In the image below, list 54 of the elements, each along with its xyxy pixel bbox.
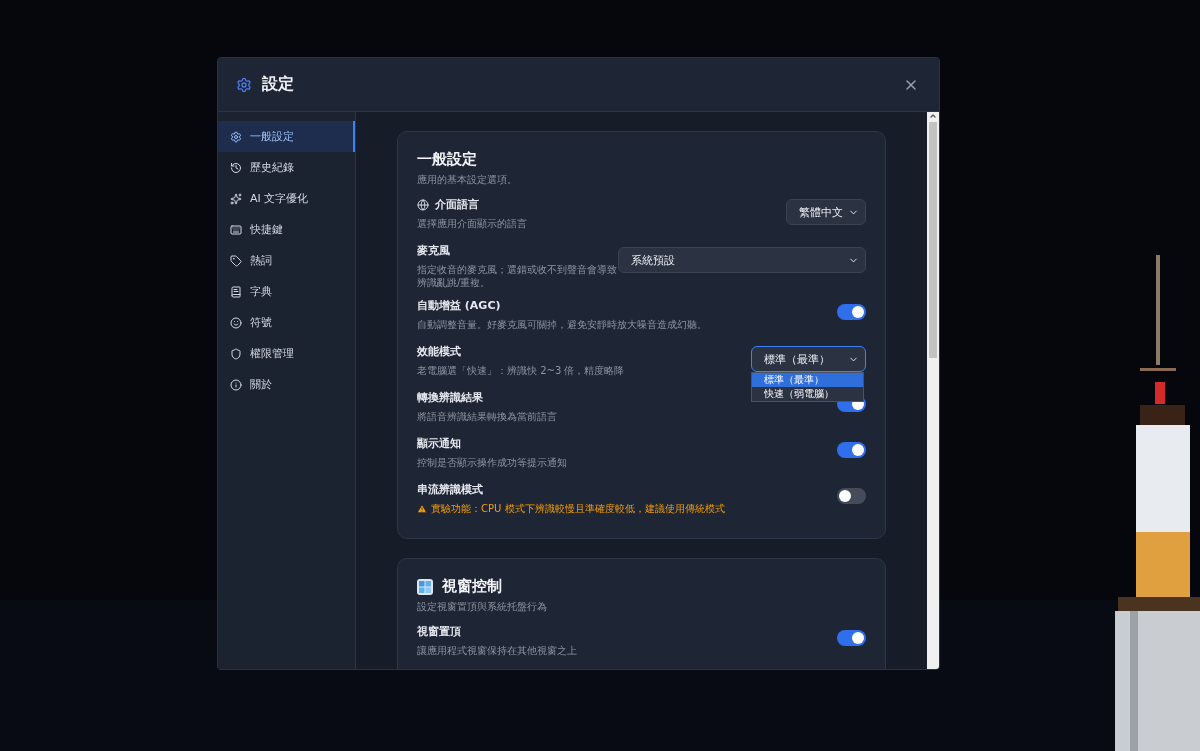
warning-icon [417,503,427,514]
dropdown-option[interactable]: 標準（最準） [752,373,863,387]
sidebar-item[interactable]: 熱詞 [218,245,355,276]
sidebar-item[interactable]: 權限管理 [218,338,355,369]
toggle-switch[interactable] [837,304,866,320]
setting-label: 視窗置頂 [417,624,461,639]
card-title: 視窗控制 [442,577,502,596]
toggle-switch[interactable] [837,442,866,458]
dropdown-select[interactable]: 繁體中文 [786,199,866,225]
card-subtitle: 應用的基本設定選項。 [417,173,518,187]
sidebar-item-icon [230,130,242,143]
setting-description: 選擇應用介面顯示的語言 [417,217,527,230]
window-tiles-icon [417,578,433,595]
setting-description: 將語音辨識結果轉換為當前語言 [417,410,557,423]
setting-label: 自動增益 (AGC) [417,298,501,313]
globe-icon [417,198,429,211]
setting-label: 效能模式 [417,344,461,359]
sidebar-item-icon [230,192,242,205]
sidebar-item[interactable]: 快捷鍵 [218,214,355,245]
setting-description: 老電腦選「快速」：辨識快 2~3 倍，精度略降 [417,364,625,377]
dropdown-option[interactable]: 快速（弱電腦） [752,387,863,401]
setting-label: 麥克風 [417,243,450,258]
setting-label: 轉換辨識結果 [417,390,483,405]
setting-description: 控制是否顯示操作成功等提示通知 [417,456,567,469]
sidebar-item-icon [230,223,242,236]
sidebar-item-icon [230,347,242,360]
scroll-up-icon[interactable] [929,112,937,120]
toggle-switch[interactable] [837,630,866,646]
sidebar-item-icon [230,378,242,391]
sidebar-item[interactable]: 字典 [218,276,355,307]
settings-icon [236,76,252,93]
setting-label: 顯示通知 [417,436,461,451]
toggle-switch[interactable] [837,488,866,504]
sidebar-item[interactable]: 符號 [218,307,355,338]
setting-label: 串流辨識模式 [417,482,483,497]
scrollbar[interactable] [927,112,939,669]
sidebar-item[interactable]: 一般設定 [218,121,355,152]
sidebar-item[interactable]: 歷史紀錄 [218,152,355,183]
sidebar-item-icon [230,161,242,174]
setting-description: 讓應用程式視窗保持在其他視窗之上 [417,644,577,657]
setting-label: 介面語言 [435,197,479,212]
card-title: 一般設定 [417,150,477,169]
dropdown-select[interactable]: 標準（最準） [751,346,866,372]
sidebar-item[interactable]: 關於 [218,369,355,400]
sidebar-item[interactable]: AI 文字優化 [218,183,355,214]
warning-text: 實驗功能：CPU 模式下辨識較慢且準確度較低，建議使用傳統模式 [431,502,725,515]
sidebar-item-icon [230,316,242,329]
card-subtitle: 設定視窗置頂與系統托盤行為 [417,600,548,614]
dropdown-select[interactable]: 系統預設 [618,247,866,273]
setting-description: 自動調整音量。好麥克風可關掉，避免安靜時放大噪音造成幻聽。 [417,318,707,331]
window-title: 設定 [262,74,295,95]
sidebar-item-icon [230,285,242,298]
setting-description: 指定收音的麥克風；選錯或收不到聲音會導致辨識亂跳/重複。 [417,263,618,289]
sidebar-item-icon [230,254,242,267]
